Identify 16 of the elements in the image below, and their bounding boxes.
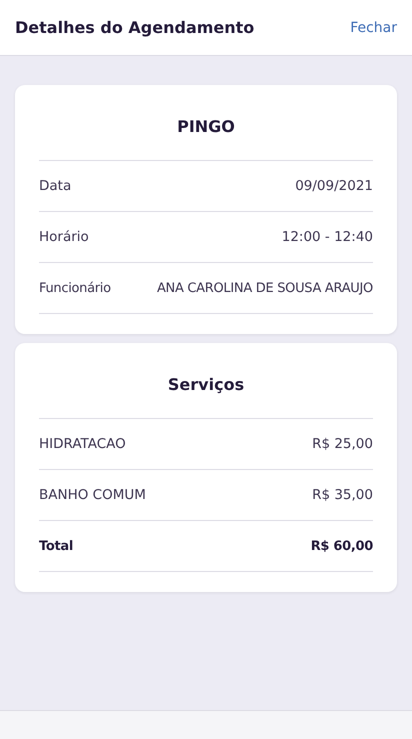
- row-label: Horário: [39, 229, 89, 245]
- card-title: PINGO: [39, 117, 373, 161]
- row-label: HIDRATACAO: [39, 436, 126, 452]
- row-value: R$ 25,00: [312, 436, 373, 452]
- row-value: ANA CAROLINA DE SOUSA ARAUJO: [156, 280, 373, 296]
- card-title: Serviços: [39, 375, 373, 419]
- row-value: 09/09/2021: [295, 178, 373, 194]
- row-label: BANHO COMUM: [39, 487, 146, 503]
- close-link[interactable]: Fechar: [350, 20, 397, 36]
- row-value: R$ 60,00: [310, 538, 373, 554]
- page-title: Detalhes do Agendamento: [15, 18, 254, 37]
- row-label: Total: [39, 538, 74, 554]
- row-label: Data: [39, 178, 72, 194]
- row-label: Funcionário: [39, 280, 111, 296]
- row-value: R$ 35,00: [312, 487, 373, 503]
- row-value: 12:00 - 12:40: [282, 229, 373, 245]
